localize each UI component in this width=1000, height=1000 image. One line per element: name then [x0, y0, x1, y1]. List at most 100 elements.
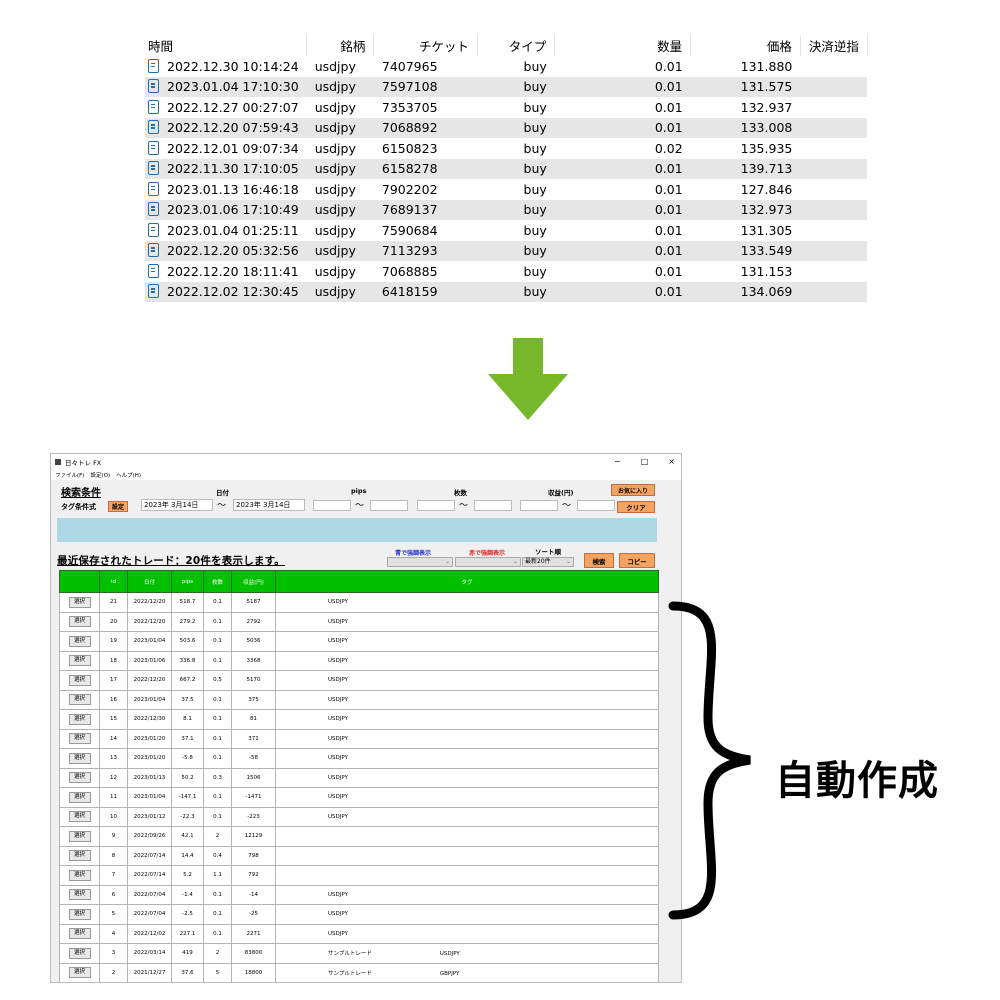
grid-header-tag[interactable]: タグ	[275, 570, 659, 593]
trade-row[interactable]: 2022.12.20 05:32:56 usdjpy 7113293 buy 0.01 1…	[145, 240, 868, 261]
column-header-stop-loss[interactable]: 決済逆指	[800, 35, 868, 56]
grid-header-id[interactable]: id	[99, 570, 128, 593]
menu-help[interactable]: ヘルプ(H)	[116, 471, 141, 479]
trade-row[interactable]: 2022.12.20 07:59:43 usdjpy 7068892 buy 0.01 1…	[145, 117, 868, 138]
set-tag-button[interactable]: 設定	[108, 501, 128, 512]
cell-volume: 0.01	[554, 76, 691, 97]
select-row-button[interactable]: 選択	[68, 713, 91, 725]
trade-row[interactable]: 2023.01.06 17:10:49 usdjpy 7689137 buy 0.01 1…	[145, 199, 868, 220]
select-row-button[interactable]: 選択	[68, 791, 91, 803]
cell-date: 2022/07/14	[127, 865, 172, 886]
column-header-price[interactable]: 価格	[690, 35, 801, 56]
menu-settings[interactable]: 設定(O)	[90, 471, 110, 479]
grid-header-profit[interactable]: 収益(円)	[231, 570, 276, 593]
cell-lots: 0.1	[203, 748, 232, 769]
select-row-button[interactable]: 選択	[68, 752, 91, 764]
title-bar: 日々トレ FX − □ ×	[51, 454, 681, 470]
pips-min-input[interactable]	[313, 500, 351, 511]
select-row-button[interactable]: 選択	[68, 674, 91, 686]
column-header-time[interactable]: 時間	[145, 35, 308, 56]
select-row-button[interactable]: 選択	[68, 967, 91, 979]
trade-row[interactable]: 2022.12.20 18:11:41 usdjpy 7068885 buy 0.01 1…	[145, 261, 867, 282]
blue-highlight-dropdown[interactable]: ⌄	[387, 557, 453, 567]
grid-header-date[interactable]: 日付	[127, 570, 172, 593]
select-row-button[interactable]: 選択	[68, 616, 91, 628]
trade-row[interactable]: 2022.12.27 00:27:07 usdjpy 7353705 buy 0.01 1…	[145, 97, 867, 118]
cell-profit: 81	[231, 709, 276, 730]
cell-lots: 0.4	[203, 845, 232, 866]
column-header-volume[interactable]: 数量	[554, 35, 692, 56]
date-to-picker[interactable]: 2023年 3月14日	[233, 499, 305, 511]
clear-button[interactable]: クリア	[617, 501, 655, 513]
cell-symbol: usdjpy	[306, 117, 374, 138]
profit-max-input[interactable]	[577, 500, 615, 511]
tag-label: USDJPY	[328, 735, 348, 742]
cell-id: 8	[99, 845, 128, 866]
cell-type: buy	[523, 263, 547, 279]
favorites-button[interactable]: お気に入り	[611, 484, 655, 496]
pips-max-input[interactable]	[370, 500, 408, 511]
select-row-button[interactable]: 選択	[68, 869, 91, 881]
select-row-button[interactable]: 選択	[68, 596, 91, 608]
trade-row[interactable]: 2022.12.02 12:30:45 usdjpy 6418159 buy 0.01 1…	[145, 281, 868, 302]
trade-row[interactable]: 2023.01.13 16:46:18 usdjpy 7902202 buy 0.01 1…	[145, 179, 867, 200]
profit-min-input[interactable]	[520, 500, 558, 511]
pips-label: pips	[351, 487, 367, 495]
cell-price: 131.880	[740, 58, 793, 74]
cell-stop-loss	[800, 199, 868, 220]
table-row: 選択 13 2023/01/20 -5.8 0.1 -58 USDJPY	[59, 748, 659, 769]
column-header-symbol[interactable]: 銘柄	[306, 35, 375, 56]
select-row-button[interactable]: 選択	[68, 694, 91, 706]
select-row-button[interactable]: 選択	[68, 772, 91, 784]
tag-label-secondary: GBPJPY	[439, 970, 460, 977]
select-row-button[interactable]: 選択	[68, 655, 91, 667]
close-button[interactable]: ×	[668, 457, 675, 466]
column-header-type[interactable]: タイプ	[477, 35, 556, 56]
trade-row[interactable]: 2022.11.30 17:10:05 usdjpy 6158278 buy 0.01 1…	[145, 158, 868, 179]
trade-row[interactable]: 2022.12.30 10:14:24 usdjpy 7407965 buy 0.01 1…	[145, 56, 867, 77]
select-row-button[interactable]: 選択	[68, 850, 91, 862]
menu-file[interactable]: ファイル(F)	[55, 471, 84, 479]
select-row-button[interactable]: 選択	[68, 830, 91, 842]
cell-id: 17	[99, 670, 128, 691]
lots-max-input[interactable]	[474, 500, 512, 511]
select-row-button[interactable]: 選択	[68, 811, 91, 823]
cell-id: 7	[99, 865, 128, 886]
grid-header-lots[interactable]: 枚数	[203, 570, 232, 593]
trade-row[interactable]: 2022.12.01 09:07:34 usdjpy 6150823 buy 0.02 1…	[145, 138, 867, 159]
minimize-button[interactable]: −	[614, 457, 621, 466]
select-row-button[interactable]: 選択	[68, 928, 91, 940]
cell-lots: 0.1	[203, 806, 232, 827]
document-icon	[148, 120, 159, 135]
trade-row[interactable]: 2023.01.04 01:25:11 usdjpy 7590684 buy 0.01 1…	[145, 220, 867, 241]
cell-price: 132.937	[740, 99, 793, 115]
table-row: 選択 19 2023/01/04 503.6 0.1 5036 USDJPY	[59, 631, 659, 652]
sort-order-dropdown[interactable]: 最新20件 ⌄	[522, 557, 574, 567]
select-row-button[interactable]: 選択	[68, 635, 91, 647]
select-row-button[interactable]: 選択	[68, 947, 91, 959]
tag-expression-field[interactable]	[57, 518, 657, 542]
select-row-button[interactable]: 選択	[68, 733, 91, 745]
cell-stop-loss	[800, 97, 867, 118]
search-button[interactable]: 検索	[584, 553, 614, 568]
cell-id: 11	[99, 787, 128, 808]
lots-min-input[interactable]	[417, 500, 455, 511]
cell-lots: 0.1	[203, 923, 232, 944]
date-range-tilde: 〜	[217, 501, 227, 511]
cell-tag: サンプルトレード GBPJPY	[275, 962, 659, 982]
maximize-button[interactable]: □	[641, 457, 649, 466]
copy-button[interactable]: コピー	[619, 553, 655, 568]
date-from-picker[interactable]: 2023年 3月14日	[141, 499, 213, 511]
cell-symbol: usdjpy	[314, 181, 356, 197]
select-row-button[interactable]: 選択	[68, 889, 91, 901]
trade-row[interactable]: 2023.01.04 17:10:30 usdjpy 7597108 buy 0.01 1…	[145, 76, 868, 97]
column-header-ticket[interactable]: チケット	[373, 35, 479, 56]
red-highlight-dropdown[interactable]: ⌄	[455, 557, 521, 567]
grid-header-pips[interactable]: pips	[171, 570, 204, 593]
select-row-button[interactable]: 選択	[68, 908, 91, 920]
grid-header-select[interactable]	[59, 570, 100, 593]
cell-select: 選択	[59, 728, 100, 749]
cell-id: 4	[99, 923, 128, 944]
cell-pips: -147.1	[171, 787, 204, 808]
cell-type: buy	[477, 158, 555, 179]
